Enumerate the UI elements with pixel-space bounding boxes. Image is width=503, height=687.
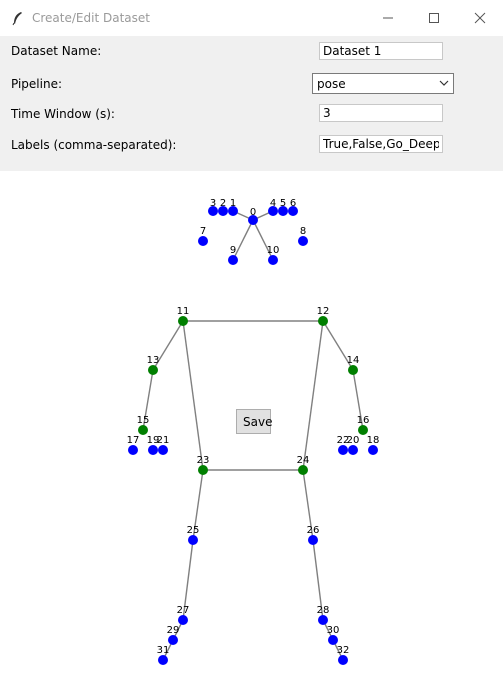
save-button[interactable]: Save (236, 409, 272, 434)
keypoint-29[interactable] (168, 635, 178, 645)
keypoint-label: 4 (270, 198, 276, 209)
keypoint-label: 23 (197, 455, 210, 466)
keypoint-label: 29 (167, 625, 180, 636)
keypoint-label: 0 (250, 207, 256, 218)
keypoint-label: 24 (297, 455, 310, 466)
keypoint-10[interactable] (268, 255, 278, 265)
keypoint-21[interactable] (158, 445, 168, 455)
keypoint-label: 20 (347, 435, 360, 446)
keypoint-23[interactable] (198, 465, 208, 475)
keypoint-22[interactable] (338, 445, 348, 455)
dataset-name-field[interactable] (319, 42, 443, 60)
keypoint-20[interactable] (348, 445, 358, 455)
keypoint-24[interactable] (298, 465, 308, 475)
keypoint-label: 5 (280, 198, 286, 209)
pipeline-label: Pipeline: (11, 77, 63, 91)
maximize-button[interactable] (411, 0, 457, 36)
keypoint-16[interactable] (358, 425, 368, 435)
maximize-icon (429, 13, 439, 23)
keypoint-9[interactable] (228, 255, 238, 265)
keypoint-11[interactable] (178, 316, 188, 326)
keypoint-label: 18 (367, 435, 380, 446)
keypoint-label: 15 (137, 415, 150, 426)
keypoint-18[interactable] (368, 445, 378, 455)
keypoint-label: 30 (327, 625, 340, 636)
keypoint-17[interactable] (128, 445, 138, 455)
labels-field[interactable] (319, 135, 443, 153)
pipeline-select[interactable]: pose (312, 73, 454, 94)
keypoint-14[interactable] (348, 365, 358, 375)
minimize-icon (383, 17, 393, 19)
keypoint-label: 17 (127, 435, 140, 446)
keypoint-label: 10 (267, 245, 280, 256)
minimize-button[interactable] (365, 0, 411, 36)
keypoint-31[interactable] (158, 655, 168, 665)
close-icon (474, 12, 486, 24)
time-window-field[interactable] (319, 104, 443, 122)
keypoint-label: 11 (177, 306, 190, 317)
keypoint-13[interactable] (148, 365, 158, 375)
keypoint-label: 9 (230, 245, 236, 256)
pipeline-select-value: pose (317, 77, 346, 91)
skeleton-line (302, 320, 324, 471)
keypoint-label: 6 (290, 198, 296, 209)
keypoint-8[interactable] (298, 236, 308, 246)
time-window-label: Time Window (s): (11, 107, 115, 121)
keypoint-label: 2 (220, 198, 226, 209)
chevron-down-icon[interactable] (439, 80, 449, 87)
keypoint-7[interactable] (198, 236, 208, 246)
labels-label: Labels (comma-separated): (11, 138, 177, 152)
keypoint-label: 1 (230, 198, 236, 209)
keypoint-label: 3 (210, 198, 216, 209)
keypoint-28[interactable] (318, 615, 328, 625)
skeleton-line (182, 320, 204, 471)
keypoint-30[interactable] (328, 635, 338, 645)
keypoint-label: 25 (187, 525, 200, 536)
keypoint-25[interactable] (188, 535, 198, 545)
keypoint-27[interactable] (178, 615, 188, 625)
keypoint-12[interactable] (318, 316, 328, 326)
keypoint-label: 8 (300, 226, 306, 237)
close-button[interactable] (457, 0, 503, 36)
keypoint-label: 21 (157, 435, 170, 446)
keypoint-label: 27 (177, 605, 190, 616)
dataset-name-label: Dataset Name: (11, 44, 102, 58)
title-bar[interactable]: Create/Edit Dataset (0, 0, 503, 36)
keypoint-label: 14 (347, 355, 360, 366)
keypoint-label: 16 (357, 415, 370, 426)
keypoint-label: 7 (200, 226, 206, 237)
keypoint-32[interactable] (338, 655, 348, 665)
keypoint-19[interactable] (148, 445, 158, 455)
keypoint-label: 26 (307, 525, 320, 536)
keypoint-26[interactable] (308, 535, 318, 545)
skeleton-lines (142, 210, 364, 661)
keypoint-label: 32 (337, 645, 350, 656)
keypoint-label: 13 (147, 355, 160, 366)
keypoint-label: 12 (317, 306, 330, 317)
keypoint-label: 31 (157, 645, 170, 656)
keypoint-label: 28 (317, 605, 330, 616)
dataset-form: Dataset Name: Pipeline: pose Time Window… (0, 36, 503, 171)
feather-icon (12, 12, 22, 26)
dataset-editor-window: Create/Edit Dataset Dataset Name: Pipeli… (0, 0, 503, 687)
keypoint-15[interactable] (138, 425, 148, 435)
window-title: Create/Edit Dataset (32, 11, 150, 25)
